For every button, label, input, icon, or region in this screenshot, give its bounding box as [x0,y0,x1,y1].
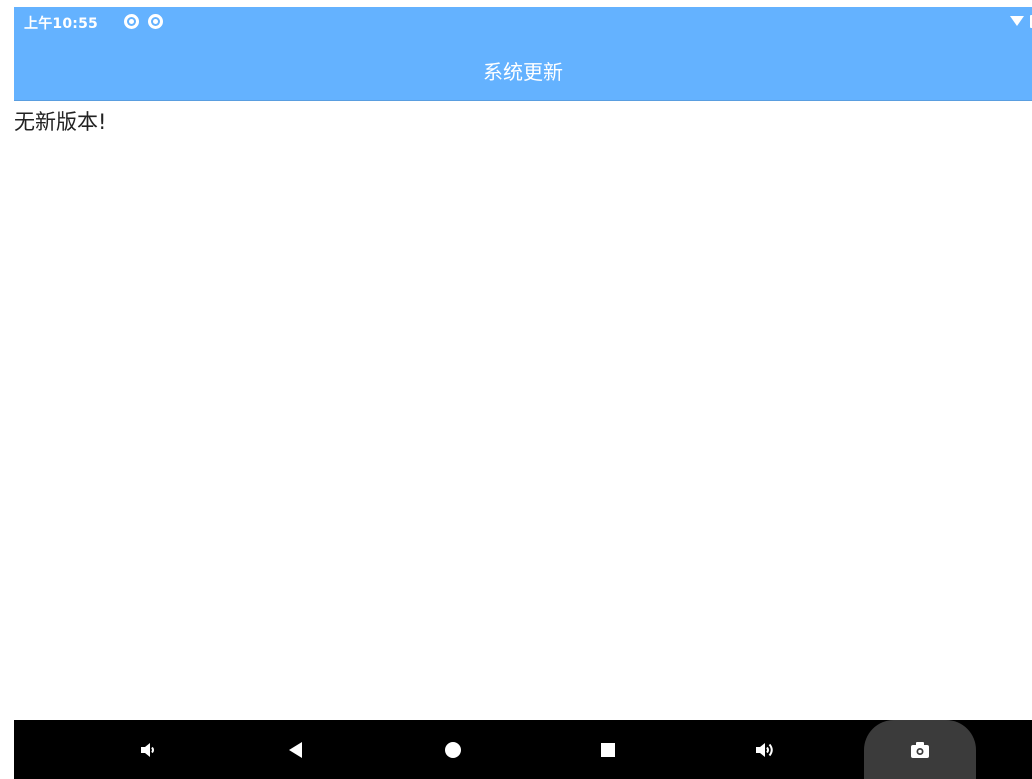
back-button[interactable] [266,720,326,779]
status-bar: 上午10:55 [14,7,1032,37]
main-content: 无新版本! [14,102,1032,720]
volume-up-button[interactable] [735,720,795,779]
status-time: 上午10:55 [24,16,98,32]
notification-circle-icon [148,14,163,29]
app-bar: 上午10:55 系统更新 [14,7,1032,101]
recents-button[interactable] [578,720,638,779]
home-button[interactable] [423,720,483,779]
volume-down-button[interactable] [118,720,178,779]
device-screen: 上午10:55 系统更新 无新版本! [14,7,1032,779]
wifi-icon [1010,16,1024,26]
notification-circle-icon [124,14,139,29]
camera-icon [911,742,929,758]
navigation-bar [14,720,1032,779]
page-title: 系统更新 [483,60,563,84]
home-circle-icon [445,741,461,758]
volume-down-icon [141,742,154,757]
status-message: 无新版本! [14,110,107,134]
recents-square-icon [601,742,615,757]
volume-up-icon [756,742,773,757]
back-triangle-icon [289,741,302,758]
screenshot-button[interactable] [864,720,976,779]
